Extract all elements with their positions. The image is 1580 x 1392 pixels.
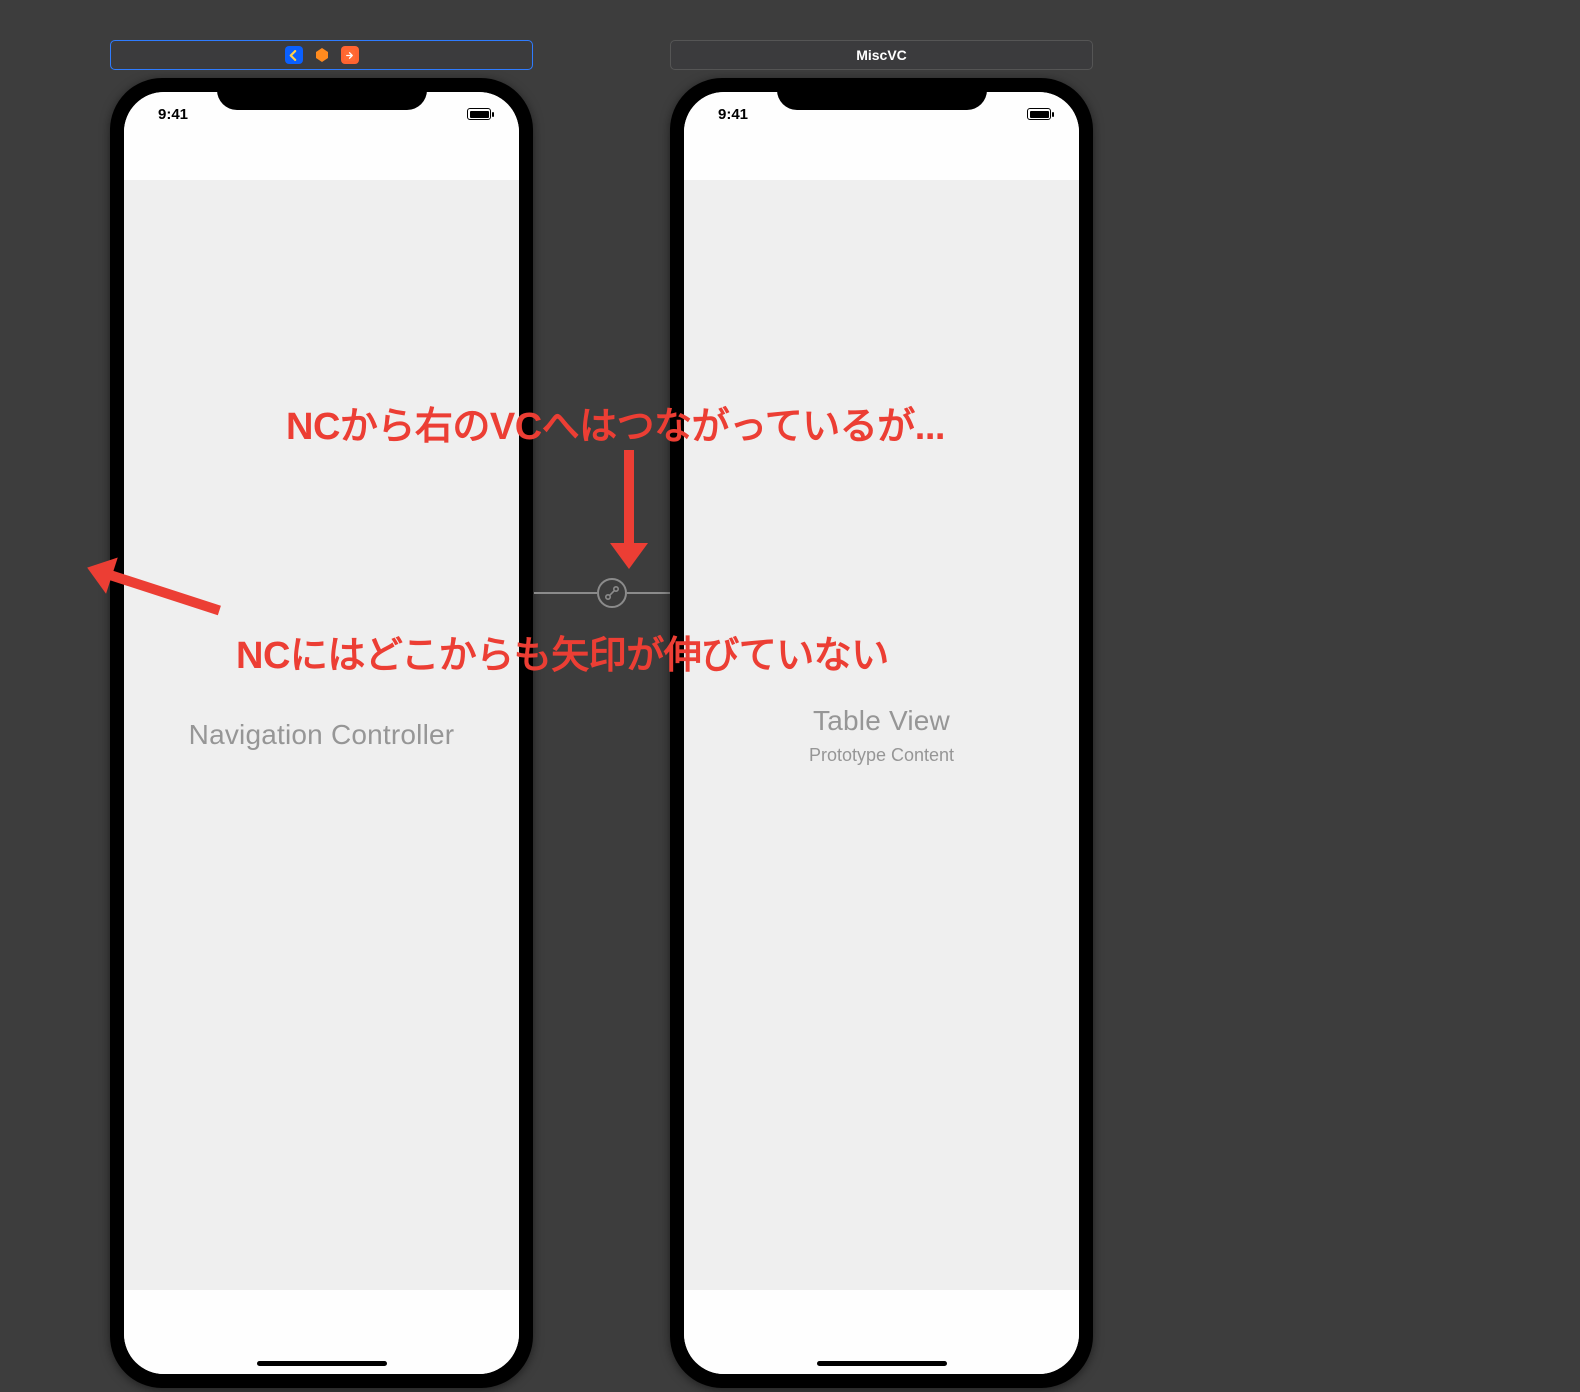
toolbar-area [124, 1290, 519, 1374]
content-main-label: Table View [813, 705, 950, 737]
content-main-label: Navigation Controller [189, 719, 455, 751]
annotation-arrow-down-icon [624, 450, 634, 545]
home-indicator-icon [257, 1361, 387, 1366]
scene-navigation-controller[interactable]: 9:41 Navigation Controller [110, 40, 533, 1388]
annotation-mid-text: NCにはどこからも矢印が伸びていない [236, 624, 889, 679]
toolbar-area [684, 1290, 1079, 1374]
home-indicator-icon [817, 1361, 947, 1366]
content-sub-label: Prototype Content [809, 745, 954, 766]
nav-back-icon[interactable] [285, 46, 303, 64]
notch-icon [217, 78, 427, 110]
segue-badge-icon [597, 578, 627, 608]
scene-title-bar[interactable] [110, 40, 533, 70]
notch-icon [777, 78, 987, 110]
content-area-left: Navigation Controller [124, 180, 519, 1290]
phone-frame-right: 9:41 Table View Prototype Content [670, 78, 1093, 1388]
content-area-right: Table View Prototype Content [684, 180, 1079, 1290]
status-time: 9:41 [718, 106, 748, 123]
battery-icon [1027, 108, 1051, 120]
screen-left: 9:41 Navigation Controller [124, 92, 519, 1374]
battery-icon [467, 108, 491, 120]
navbar-area [684, 136, 1079, 180]
annotation-top-text: NCから右のVCへはつながっているが... [286, 395, 945, 450]
scene-misc-vc[interactable]: MiscVC 9:41 Table View Prototype Content [670, 40, 1093, 1388]
navbar-area [124, 136, 519, 180]
segue-line-icon [534, 592, 597, 594]
exit-icon[interactable] [341, 46, 359, 64]
scene-title-bar[interactable]: MiscVC [670, 40, 1093, 70]
scene-title-label: MiscVC [856, 47, 907, 63]
phone-frame-left: 9:41 Navigation Controller [110, 78, 533, 1388]
status-time: 9:41 [158, 106, 188, 123]
first-responder-icon[interactable] [313, 46, 331, 64]
screen-right: 9:41 Table View Prototype Content [684, 92, 1079, 1374]
